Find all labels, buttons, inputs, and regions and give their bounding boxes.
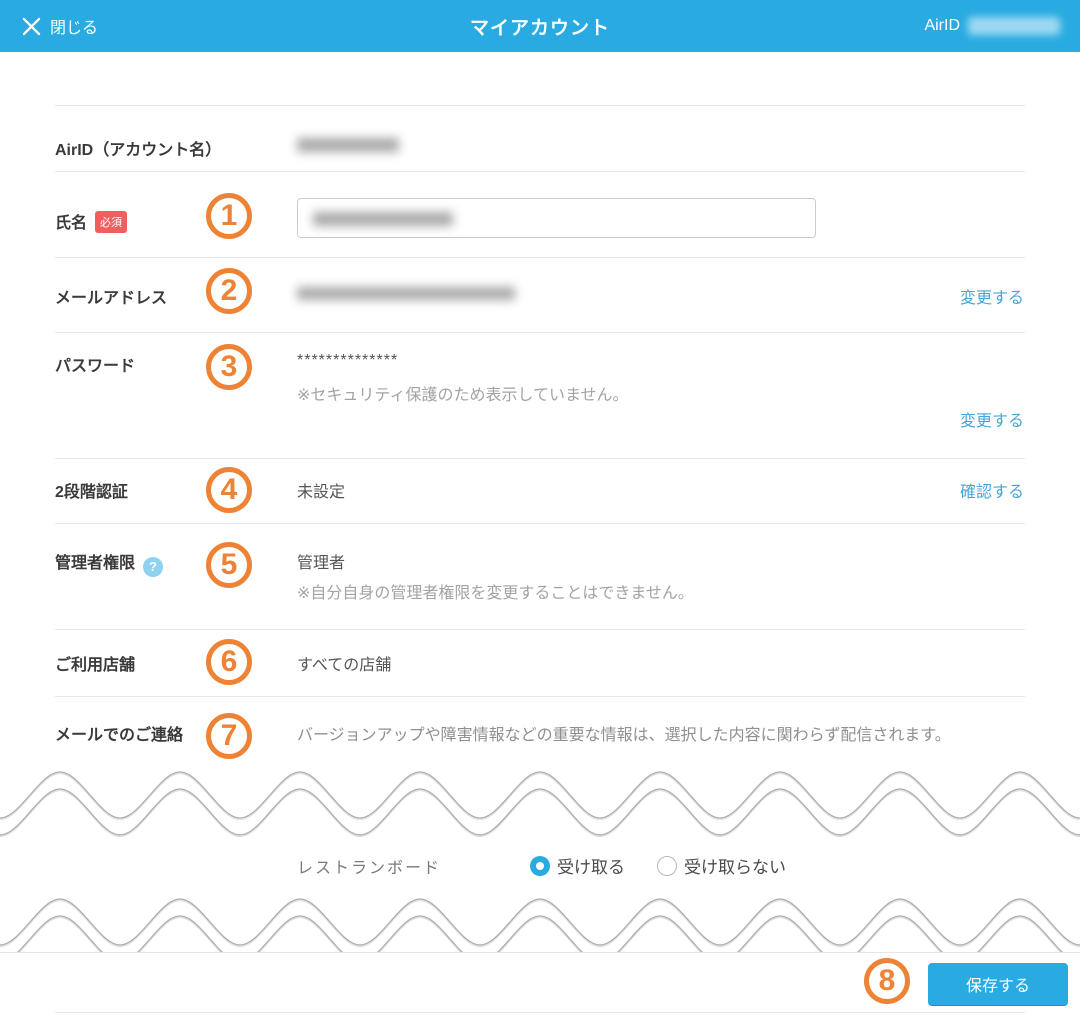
tear-wave-top bbox=[0, 771, 1080, 838]
password-change-link[interactable]: 変更する bbox=[960, 407, 1024, 431]
my-account-page: 閉じる マイアカウント AirID AirID（アカウント名） 氏名 必須 メール… bbox=[0, 0, 1080, 1020]
save-button[interactable]: 保存する bbox=[928, 963, 1068, 1005]
password-label: パスワード bbox=[55, 358, 136, 375]
annotation-5: 5 bbox=[206, 542, 252, 588]
row-mail-contact: メールでのご連絡 バージョンアップや障害情報などの重要な情報は、選択した内容に関… bbox=[55, 697, 1025, 773]
annotation-2: 2 bbox=[206, 268, 252, 314]
radio-unselected-icon bbox=[657, 855, 677, 876]
radio-not-receive-label: 受け取らない bbox=[684, 858, 786, 877]
row-email: メールアドレス 変更する bbox=[55, 258, 1025, 333]
page-title: マイアカウント bbox=[469, 17, 610, 39]
annotation-6: 6 bbox=[206, 639, 252, 685]
annotation-8: 8 bbox=[864, 958, 910, 1004]
footer-bar bbox=[0, 952, 1080, 1020]
email-value-redacted bbox=[297, 287, 515, 300]
two-factor-value: 未設定 bbox=[297, 484, 346, 501]
name-input-value-redacted bbox=[313, 212, 453, 226]
row-password: パスワード ************** ※セキュリティ保護のため表示していませ… bbox=[55, 333, 1025, 459]
two-factor-label: 2段階認証 bbox=[55, 484, 128, 501]
annotation-3: 3 bbox=[206, 344, 252, 390]
stores-value: すべての店舗 bbox=[297, 657, 392, 674]
admin-value: 管理者 bbox=[297, 555, 346, 572]
radio-option-receive[interactable]: 受け取る bbox=[530, 853, 625, 878]
footer-divider bbox=[55, 1012, 1025, 1013]
radio-option-not-receive[interactable]: 受け取らない bbox=[657, 853, 786, 878]
annotation-1: 1 bbox=[206, 193, 252, 239]
app-header: 閉じる マイアカウント AirID bbox=[0, 0, 1080, 52]
airid-row-label: AirID（アカウント名） bbox=[55, 142, 222, 159]
radio-selected-icon bbox=[530, 855, 550, 876]
password-masked-value: ************** bbox=[297, 352, 399, 369]
restaurant-board-label: レストランボード bbox=[297, 859, 442, 877]
email-change-link[interactable]: 変更する bbox=[960, 284, 1024, 308]
admin-note: ※自分自身の管理者権限を変更することはできません。 bbox=[297, 585, 694, 602]
required-badge: 必須 bbox=[95, 211, 128, 233]
row-admin: 管理者権限? 管理者 ※自分自身の管理者権限を変更することはできません。 bbox=[55, 524, 1025, 630]
admin-label: 管理者権限? bbox=[55, 549, 164, 577]
airid-row-value-redacted bbox=[297, 138, 399, 152]
row-airid: AirID（アカウント名） bbox=[55, 105, 1025, 172]
radio-receive-label: 受け取る bbox=[557, 858, 625, 877]
header-airid: AirID bbox=[924, 0, 1060, 52]
restaurant-board-row: レストランボード 受け取る 受け取らない bbox=[297, 853, 818, 878]
account-form: AirID（アカウント名） 氏名 必須 メールアドレス 変更する パスワード **… bbox=[55, 105, 1025, 773]
help-icon[interactable]: ? bbox=[143, 556, 164, 577]
annotation-4: 4 bbox=[206, 467, 252, 513]
email-label: メールアドレス bbox=[55, 290, 168, 307]
row-name: 氏名 必須 bbox=[55, 172, 1025, 258]
two-factor-confirm-link[interactable]: 確認する bbox=[960, 478, 1024, 502]
mail-contact-note: バージョンアップや障害情報などの重要な情報は、選択した内容に関わらず配信されます… bbox=[297, 727, 951, 744]
airid-label: AirID bbox=[924, 17, 960, 34]
annotation-7: 7 bbox=[206, 713, 252, 759]
row-stores: ご利用店舗 すべての店舗 bbox=[55, 630, 1025, 697]
mail-contact-label: メールでのご連絡 bbox=[55, 727, 184, 744]
name-input[interactable] bbox=[297, 198, 816, 238]
airid-value-redacted bbox=[968, 17, 1060, 35]
name-label: 氏名 必須 bbox=[55, 209, 128, 233]
password-note: ※セキュリティ保護のため表示していません。 bbox=[297, 387, 629, 404]
row-two-factor: 2段階認証 未設定 確認する bbox=[55, 459, 1025, 524]
stores-label: ご利用店舗 bbox=[55, 657, 136, 674]
